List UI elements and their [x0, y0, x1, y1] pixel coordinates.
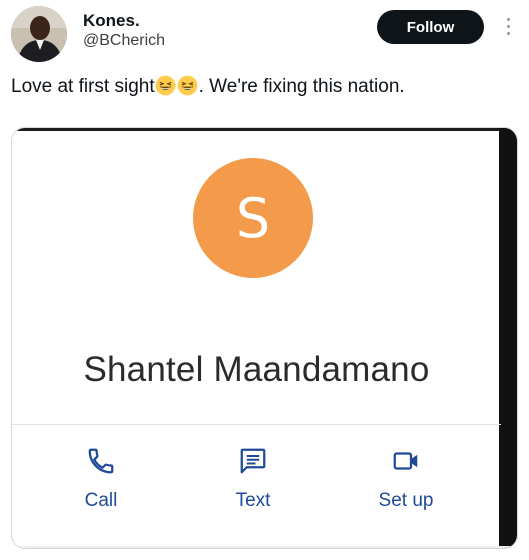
follow-button[interactable]: Follow: [377, 10, 484, 44]
avatar[interactable]: [11, 6, 67, 62]
grinning-squinting-face-icon: [177, 75, 198, 96]
more-dot: [506, 24, 510, 28]
grinning-squinting-face-icon: [155, 75, 176, 96]
tweet-text-main: Love at first sight: [11, 76, 155, 97]
media-right-edge: [499, 128, 517, 548]
setup-action[interactable]: Set up: [346, 446, 466, 512]
more-dot: [506, 17, 510, 21]
avatar-photo: [11, 6, 67, 62]
media-top-border: [12, 128, 517, 131]
more-dot: [506, 31, 510, 35]
tweet-header: Kones. @BCherich Follow: [0, 0, 529, 70]
setup-label: Set up: [378, 490, 434, 511]
more-options-icon[interactable]: [500, 10, 516, 42]
author-handle[interactable]: @BCherich: [83, 32, 165, 50]
divider: [12, 424, 501, 425]
contact-avatar: S: [193, 158, 313, 278]
phone-icon: [88, 448, 114, 474]
call-label: Call: [84, 490, 118, 511]
text-label: Text: [235, 490, 271, 511]
tweet-text: Love at first sight . We're fixing this n…: [11, 74, 405, 100]
contact-name: Shantel Maandamano: [83, 350, 430, 389]
tweet-media-image[interactable]: S Shantel Maandamano Call Text Set up: [11, 127, 518, 549]
message-icon: [240, 448, 266, 474]
text-action[interactable]: Text: [193, 446, 313, 512]
tweet-text-tail: . We're fixing this nation.: [198, 76, 405, 97]
author-name[interactable]: Kones.: [83, 11, 140, 31]
call-action[interactable]: Call: [41, 446, 161, 512]
media-bottom-border: [12, 546, 517, 548]
video-icon: [393, 452, 418, 470]
